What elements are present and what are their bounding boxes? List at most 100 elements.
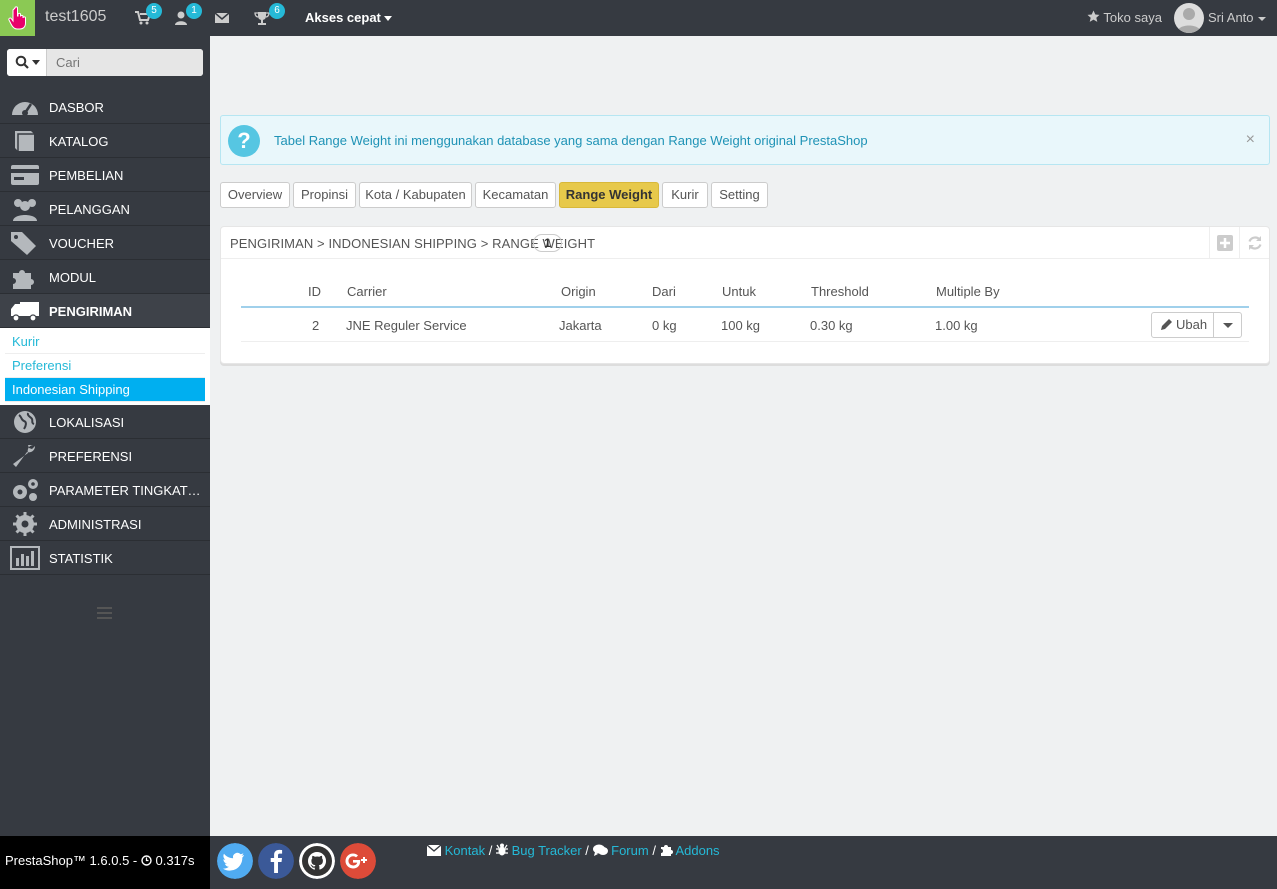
column-header-dari[interactable]: Dari — [652, 284, 676, 299]
panel-actions — [1209, 227, 1269, 259]
tab-range-weight[interactable]: Range Weight — [559, 182, 659, 208]
add-new-button[interactable] — [1209, 227, 1239, 259]
cell-threshold: 0.30 kg — [810, 318, 853, 333]
shipping-submenu: Kurir Preferensi Indonesian Shipping — [0, 328, 210, 405]
contact-link[interactable]: Kontak — [445, 843, 485, 858]
sidebar-item-label: PELANGGAN — [49, 202, 130, 217]
caret-down-icon — [1257, 16, 1266, 21]
twitter-icon[interactable] — [217, 843, 253, 879]
clock-icon — [141, 855, 152, 866]
sidebar-item-voucher[interactable]: VOUCHER — [0, 226, 210, 260]
sidebar-item-preferences[interactable]: PREFERENSI — [0, 439, 210, 473]
sidebar-item-label: PENGIRIMAN — [49, 304, 133, 319]
search-type-button[interactable] — [7, 49, 47, 76]
tags-icon — [11, 232, 36, 255]
facebook-icon[interactable] — [258, 843, 294, 879]
alert-text: Tabel Range Weight ini menggunakan datab… — [274, 133, 868, 148]
star-icon — [1087, 10, 1100, 22]
version-text: PrestaShop™ 1.6.0.5 - — [5, 853, 141, 868]
refresh-button[interactable] — [1239, 227, 1269, 259]
edit-button[interactable]: Ubah — [1152, 313, 1214, 337]
collapse-menu-icon[interactable] — [97, 607, 112, 619]
column-header-origin[interactable]: Origin — [561, 284, 596, 299]
footer-links: Kontak / Bug Tracker / Forum / Addons — [426, 843, 720, 858]
trophy-icon[interactable] — [254, 11, 270, 25]
tab-overview[interactable]: Overview — [220, 182, 290, 208]
tab-kecamatan[interactable]: Kecamatan — [475, 182, 556, 208]
column-header-untuk[interactable]: Untuk — [722, 284, 756, 299]
quick-access-dropdown[interactable]: Akses cepat — [305, 10, 392, 25]
row-actions-dropdown[interactable] — [1214, 313, 1241, 337]
truck-icon — [11, 302, 39, 322]
orders-badge: 5 — [146, 3, 162, 19]
sidebar-item-label: MODUL — [49, 270, 96, 285]
sidebar-item-shipping[interactable]: PENGIRIMAN — [0, 294, 210, 328]
user-avatar-icon — [1177, 8, 1201, 33]
pencil-icon — [1161, 319, 1172, 330]
caret-down-icon — [1223, 323, 1233, 328]
sidebar-item-dashboard[interactable]: DASBOR — [0, 90, 210, 124]
search-icon — [15, 55, 29, 69]
sidebar-item-localization[interactable]: LOKALISASI — [0, 405, 210, 439]
tab-kurir[interactable]: Kurir — [662, 182, 708, 208]
table-header: ID Carrier Origin Dari Untuk Threshold M… — [241, 277, 1249, 308]
envelope-icon — [426, 844, 442, 856]
submenu-item-preferences[interactable]: Preferensi — [5, 354, 205, 378]
sidebar-item-label: ADMINISTRASI — [49, 517, 142, 532]
sidebar-item-modules[interactable]: MODUL — [0, 260, 210, 294]
bug-icon — [495, 843, 508, 856]
sidebar-item-advanced-parameters[interactable]: PARAMETER TINGKAT LANJUT — [0, 473, 210, 507]
addons-link[interactable]: Addons — [675, 843, 719, 858]
search-box — [7, 49, 203, 76]
sidebar-item-label: PEMBELIAN — [49, 168, 124, 183]
sidebar-item-administration[interactable]: ADMINISTRASI — [0, 507, 210, 541]
github-icon[interactable] — [299, 843, 335, 879]
footer-version-box: PrestaShop™ 1.6.0.5 - 0.317s — [0, 836, 210, 889]
bug-tracker-link[interactable]: Bug Tracker — [512, 843, 582, 858]
range-weight-panel: PENGIRIMAN > INDONESIAN SHIPPING > RANGE… — [220, 226, 1270, 364]
edit-button-label: Ubah — [1176, 317, 1208, 332]
tab-setting[interactable]: Setting — [711, 182, 768, 208]
column-header-multiple-by[interactable]: Multiple By — [936, 284, 1000, 299]
logo-button[interactable] — [0, 0, 35, 36]
credit-card-icon — [11, 165, 39, 185]
sidebar-item-label: LOKALISASI — [49, 415, 125, 430]
globe-icon — [14, 411, 36, 433]
avatar[interactable] — [1174, 3, 1204, 33]
search-input[interactable] — [48, 49, 203, 76]
envelope-icon[interactable] — [214, 11, 230, 25]
submenu-item-indonesian-shipping[interactable]: Indonesian Shipping — [5, 378, 205, 402]
footer: PrestaShop™ 1.6.0.5 - 0.317s Kontak / Bu… — [0, 836, 1277, 889]
hand-pointer-icon — [8, 6, 26, 30]
tab-propinsi[interactable]: Propinsi — [293, 182, 356, 208]
sidebar-item-catalog[interactable]: KATALOG — [0, 124, 210, 158]
table-row[interactable]: 2 JNE Reguler Service Jakarta 0 kg 100 k… — [241, 308, 1249, 342]
submenu-item-carriers[interactable]: Kurir — [5, 330, 205, 354]
column-header-threshold[interactable]: Threshold — [811, 284, 869, 299]
sidebar-item-customers[interactable]: PELANGGAN — [0, 192, 210, 226]
trophy-badge: 6 — [269, 3, 285, 19]
forum-link[interactable]: Forum — [611, 843, 649, 858]
column-header-id[interactable]: ID — [308, 284, 321, 299]
book-icon — [15, 131, 34, 151]
shop-name[interactable]: test1605 — [45, 8, 106, 26]
close-icon[interactable]: × — [1246, 131, 1255, 149]
my-shop-link[interactable]: Toko saya — [1087, 10, 1162, 25]
caret-down-icon — [383, 16, 392, 22]
user-menu[interactable]: Sri Anto — [1208, 10, 1266, 25]
my-shop-label: Toko saya — [1103, 10, 1162, 25]
info-alert: ? Tabel Range Weight ini menggunakan dat… — [220, 115, 1270, 165]
google-plus-icon[interactable] — [340, 843, 376, 879]
column-header-carrier[interactable]: Carrier — [347, 284, 387, 299]
sidebar-item-label: PREFERENSI — [49, 449, 133, 464]
sidebar-item-orders[interactable]: PEMBELIAN — [0, 158, 210, 192]
tab-kota-kabupaten[interactable]: Kota / Kabupaten — [359, 182, 472, 208]
comments-icon — [592, 844, 608, 856]
sidebar-item-stats[interactable]: STATISTIK — [0, 541, 210, 575]
row-actions: Ubah — [1151, 312, 1242, 338]
sidebar-item-label: VOUCHER — [49, 236, 115, 251]
caret-down-icon — [32, 60, 40, 65]
cell-untuk: 100 kg — [721, 318, 761, 333]
users-icon — [13, 199, 37, 221]
load-time: 0.317s — [155, 853, 195, 868]
